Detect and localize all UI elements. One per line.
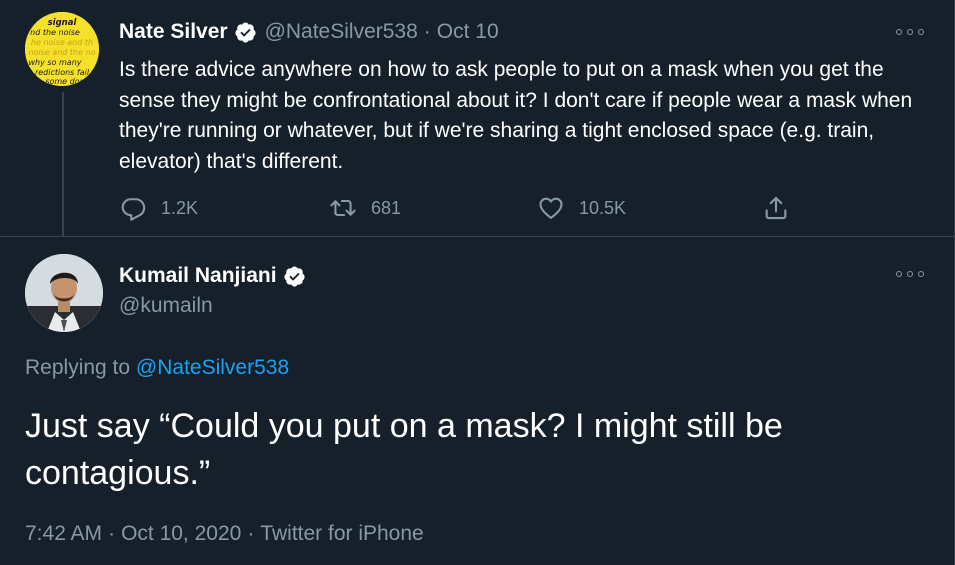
dot	[896, 271, 902, 277]
verified-badge-icon	[234, 21, 256, 43]
dot	[907, 271, 913, 277]
tweet-divider	[0, 236, 954, 237]
avatar-nate-silver[interactable]: signal nd the noise he noise and th nois…	[25, 12, 99, 86]
heart-icon	[539, 197, 563, 219]
share-button[interactable]	[762, 193, 790, 223]
reply-count: 1.2K	[161, 197, 199, 218]
parent-tweet-header: Nate Silver @NateSilver538 · Oct 10	[119, 18, 499, 46]
dot	[896, 29, 902, 35]
tweet-time[interactable]: 7:42 AM	[25, 522, 102, 545]
share-icon	[765, 196, 787, 220]
author-name[interactable]: Kumail Nanjiani	[119, 264, 277, 288]
replying-to-line: Replying to @NateSilver538	[25, 356, 289, 380]
tweet-metadata: 7:42 AM · Oct 10, 2020 · Twitter for iPhone	[25, 522, 424, 546]
like-count: 10.5K	[579, 197, 627, 218]
main-tweet-header: Kumail Nanjiani	[119, 262, 306, 290]
tweet-date[interactable]: Oct 10	[437, 20, 499, 44]
tweet-source-link[interactable]: Twitter for iPhone	[260, 522, 423, 545]
meta-separator: ·	[108, 522, 116, 545]
parent-tweet[interactable]: signal nd the noise he noise and th nois…	[0, 0, 954, 236]
thread-connector-line	[62, 92, 64, 236]
profile-photo	[25, 254, 103, 332]
tweet-thread-view: signal nd the noise he noise and th nois…	[0, 0, 955, 565]
tweet-actions-bar: 1.2K 681 10.5K	[119, 193, 799, 223]
dot	[918, 271, 924, 277]
more-options-icon[interactable]	[896, 26, 924, 38]
avatar-kumail-nanjiani[interactable]	[25, 254, 103, 332]
header-separator: ·	[423, 20, 431, 43]
author-name[interactable]: Nate Silver	[119, 20, 228, 44]
avatar-text-line: signal	[48, 18, 78, 28]
author-handle[interactable]: @kumailn	[119, 294, 213, 318]
meta-separator: ·	[247, 522, 255, 545]
avatar-text-line: some don	[45, 77, 84, 86]
retweet-count: 681	[371, 197, 402, 218]
more-options-icon[interactable]	[896, 268, 924, 280]
reply-icon	[121, 198, 146, 221]
retweet-icon	[330, 199, 356, 217]
avatar-text-line: he noise and th	[31, 38, 93, 47]
avatar-text-line: why so many	[29, 58, 82, 67]
retweet-button[interactable]: 681	[329, 193, 401, 223]
author-handle[interactable]: @NateSilver538	[265, 20, 418, 44]
tweet-full-date[interactable]: Oct 10, 2020	[121, 522, 241, 545]
dot	[918, 29, 924, 35]
like-button[interactable]: 10.5K	[537, 193, 626, 223]
verified-badge-icon	[283, 265, 305, 287]
book-cover-avatar-image: signal nd the noise he noise and th nois…	[25, 12, 99, 86]
avatar-text-line: nd the noise	[30, 28, 80, 37]
dot	[907, 29, 913, 35]
main-tweet-text: Just say “Could you put on a mask? I mig…	[25, 407, 783, 492]
avatar-text-line: noise and the no	[28, 48, 95, 57]
reply-button[interactable]: 1.2K	[119, 193, 198, 223]
replying-to-mention-link[interactable]: @NateSilver538	[136, 356, 289, 379]
parent-tweet-text: Is there advice anywhere on how to ask p…	[119, 58, 913, 173]
avatar-text-line: redictions fail	[35, 68, 90, 77]
replying-to-label: Replying to	[25, 356, 131, 379]
